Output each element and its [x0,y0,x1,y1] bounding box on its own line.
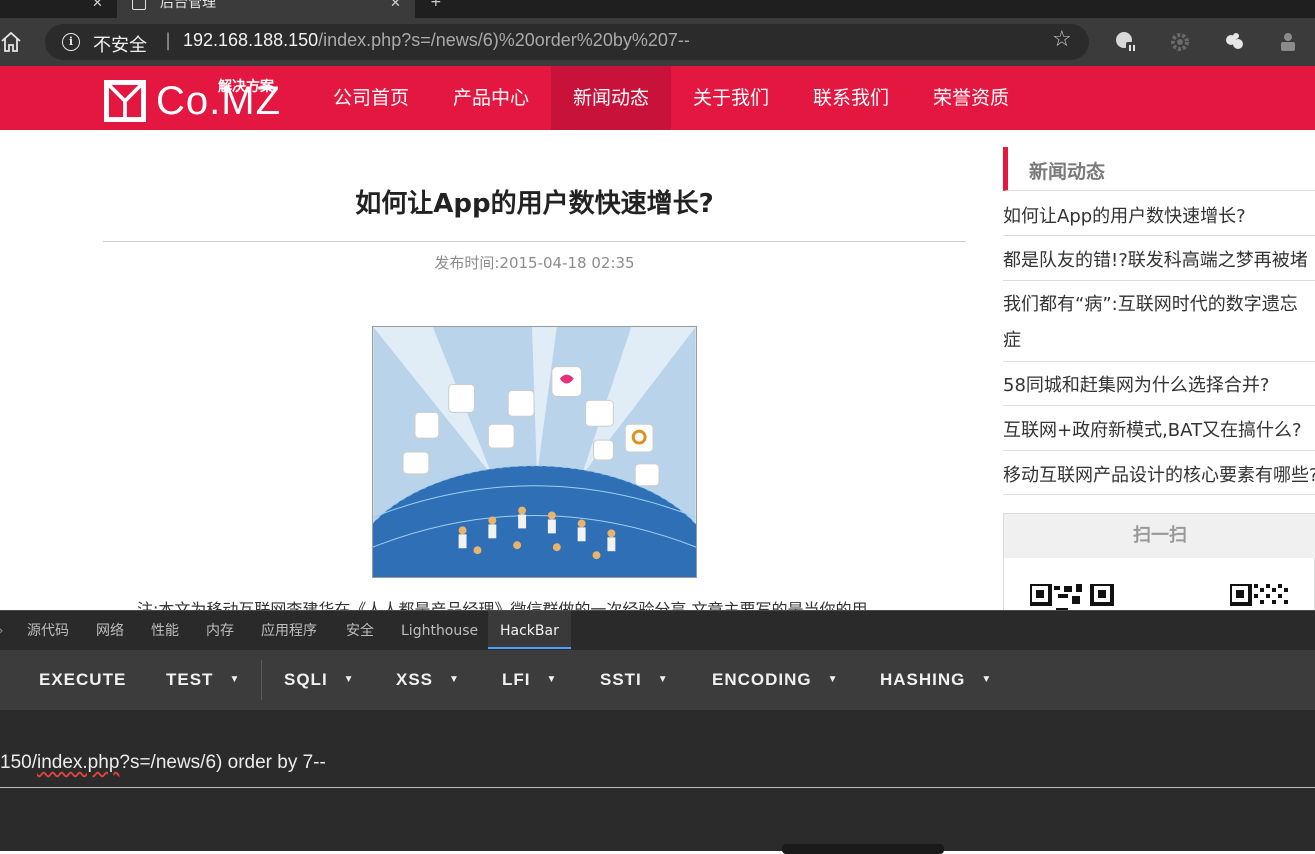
tab-lighthouse[interactable]: Lighthouse [401,611,478,649]
encoding-label: ENCODING [712,670,812,689]
nav-item-home[interactable]: 公司首页 [311,66,431,130]
main-nav: 公司首页 产品中心 新闻动态 关于我们 联系我们 荣誉资质 [311,66,1031,130]
caret-down-icon: ▼ [343,674,355,685]
lfi-label: LFI [502,670,531,689]
caret-down-icon: ▼ [657,674,669,685]
document-icon [132,0,146,10]
caret-down-icon: ▼ [981,674,993,685]
gear-extension-icon[interactable] [1168,30,1192,54]
nav-item-honors[interactable]: 荣誉资质 [911,66,1031,130]
encoding-menu-button[interactable]: ENCODING ▼ [712,670,839,690]
devtools-tab-bar: › 源代码 网络 性能 内存 应用程序 安全 Lighthouse HackBa… [0,610,1315,650]
url-spellcheck-word: index.php [36,752,120,773]
tab-memory[interactable]: 内存 [206,611,234,649]
article-excerpt: 注:本文为移动互联网李建华在《人人都是产品经理》微信群做的一次经验分享,文章主要… [137,600,868,610]
sidebar-heading: 新闻动态 [1029,161,1106,183]
url-text[interactable]: 192.168.188.150/index.php?s=/news/6)%20o… [183,30,690,51]
xss-label: XSS [396,670,434,689]
article-image [372,326,697,578]
qr-heading: 扫一扫 [1004,514,1315,558]
tab-performance[interactable]: 性能 [151,611,179,649]
url-path: /index.php?s=/news/6)%20order%20by%207-- [318,30,690,50]
hashing-label: HASHING [880,670,966,689]
url-host: 192.168.188.150 [183,30,319,50]
caret-down-icon: ▼ [449,674,460,685]
nav-item-about[interactable]: 关于我们 [671,66,791,130]
sidebar-news-item[interactable]: 如何让App的用户数快速增长? [1003,199,1315,236]
close-tab-icon[interactable]: ✕ [390,0,401,11]
close-tab-icon[interactable]: ✕ [92,0,103,11]
qr-panel: 扫一扫 [1003,513,1315,616]
browser-tab-strip: ✕ 后台管理 ✕ + [0,0,1315,18]
toolbar-divider [261,660,262,700]
logo-subtitle: 解决方案 [218,79,274,95]
tab-security[interactable]: 安全 [346,611,374,649]
hackbar-url-input[interactable]: 150/index.php?s=/news/6) order by 7-- [0,752,326,774]
test-label: TEST [166,670,214,689]
address-separator: | [165,30,172,51]
nav-item-contact[interactable]: 联系我们 [791,66,911,130]
hashing-menu-button[interactable]: HASHING ▼ [880,670,992,690]
execute-label: EXECUTE [39,670,127,689]
url-input-underline [0,787,1315,788]
tab-sources[interactable]: 源代码 [27,611,69,649]
cookie-extension-icon[interactable] [1222,30,1246,54]
nav-item-news[interactable]: 新闻动态 [551,66,671,130]
tab-network[interactable]: 网络 [96,611,124,649]
sqli-label: SQLI [284,670,328,689]
hackbar-url-panel: 150/index.php?s=/news/6) order by 7-- [0,710,1315,854]
security-label[interactable]: 不安全 [93,31,147,57]
sidebar-news-item[interactable]: 互联网+政府新模式,BAT又在搞什么? [1003,413,1315,451]
sidebar-news-item[interactable]: 移动互联网产品设计的核心要素有哪些? [1003,458,1315,495]
browser-toolbar: i 不安全 | 192.168.188.150/index.php?s=/new… [0,18,1315,66]
url-suffix: ?s=/news/6) order by 7-- [119,752,326,773]
devtools-overflow-icon[interactable]: › [0,611,4,649]
caret-down-icon: ▼ [229,674,241,685]
lfi-menu-button[interactable]: LFI ▼ [502,670,557,690]
site-header: Co.MZ 解决方案 公司首页 产品中心 新闻动态 关于我们 联系我们 荣誉资质 [0,66,1315,130]
sqli-menu-button[interactable]: SQLI ▼ [284,670,355,690]
sidebar-news-item[interactable]: 58同城和赶集网为什么选择合并? [1003,368,1315,406]
hackbar-toolbar: EXECUTE TEST ▼ SQLI ▼ XSS ▼ LFI ▼ SSTI ▼ ENCO… [0,650,1315,710]
ssti-label: SSTI [600,670,642,689]
xss-menu-button[interactable]: XSS ▼ [396,670,460,690]
title-divider [103,241,966,242]
nav-item-products[interactable]: 产品中心 [431,66,551,130]
info-icon[interactable]: i [62,33,80,51]
sidebar-news-item[interactable]: 我们都有“病”:互联网时代的数字遗忘症 [1003,287,1315,362]
tab-application[interactable]: 应用程序 [261,611,317,649]
home-icon[interactable] [0,31,22,53]
tab-hackbar[interactable]: HackBar [488,611,571,649]
url-prefix: 150/ [0,752,37,773]
new-tab-icon[interactable]: + [430,0,442,10]
puzzle-extension-icon[interactable] [1276,30,1300,54]
sidebar-news-item[interactable]: 都是队友的错!?联发科高端之梦再被堵 [1003,243,1315,281]
address-bar[interactable]: i 不安全 | 192.168.188.150/index.php?s=/new… [45,24,1089,60]
tab-title[interactable]: 后台管理 [160,0,216,12]
test-menu-button[interactable]: TEST ▼ [166,670,240,690]
caret-down-icon: ▼ [546,674,558,685]
horizontal-scrollbar[interactable] [782,844,944,854]
article-title: 如何让App的用户数快速增长? [355,189,714,219]
execute-button[interactable]: EXECUTE [39,670,126,690]
caret-down-icon: ▼ [827,674,839,685]
publish-time: 发布时间:2015-04-18 02:35 [434,254,635,272]
logo-mark-icon[interactable] [104,80,146,122]
ssti-menu-button[interactable]: SSTI ▼ [600,670,669,690]
bookmark-star-icon[interactable]: ☆ [1052,27,1072,52]
extension-paused-icon[interactable] [1114,30,1138,54]
